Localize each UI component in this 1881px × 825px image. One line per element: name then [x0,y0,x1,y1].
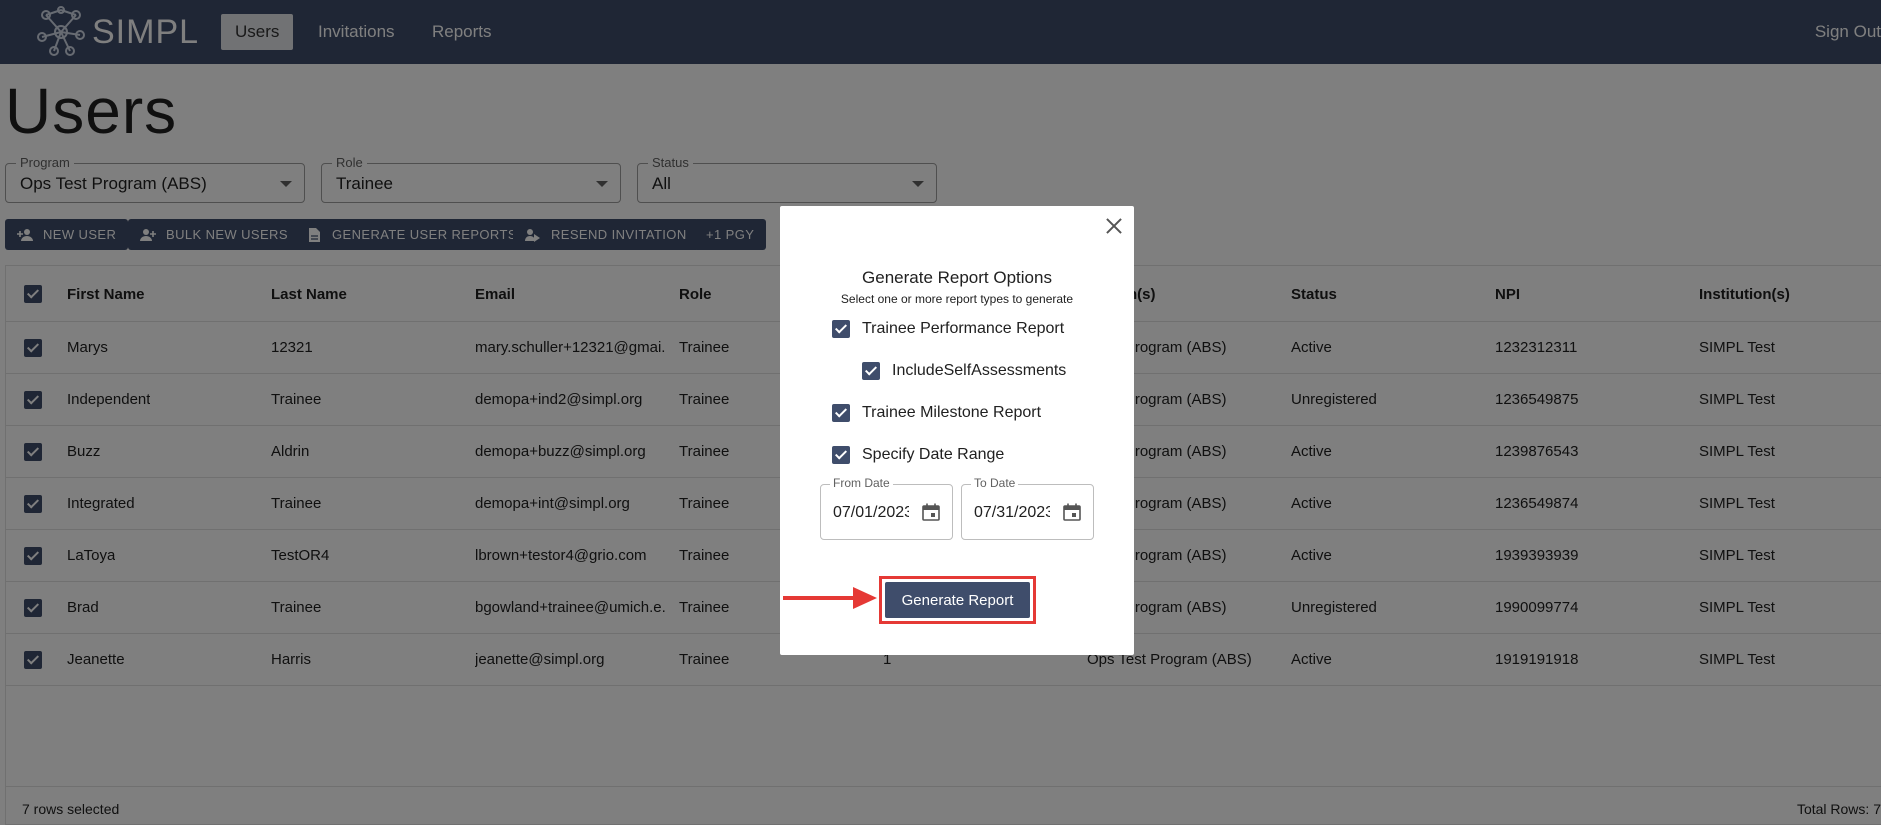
dialog-title: Generate Report Options [862,268,1052,287]
specify-date-range-option[interactable]: Specify Date Range [832,446,1004,464]
include-self-assessments-label: IncludeSelfAssessments [892,362,1067,379]
trainee-performance-label: Trainee Performance Report [862,320,1065,337]
generate-report-button[interactable]: Generate Report [885,582,1030,618]
calendar-icon[interactable] [1063,503,1081,521]
to-date-label: To Date [971,476,1019,490]
trainee-performance-option[interactable]: Trainee Performance Report [832,320,1064,338]
specify-date-range-checkbox[interactable] [832,446,850,464]
to-date-field[interactable]: To Date 07/31/2023 [961,476,1094,540]
dialog-subtitle: Select one or more report types to gener… [840,292,1074,306]
include-self-assessments-checkbox[interactable] [862,362,880,380]
trainee-milestone-label: Trainee Milestone Report [862,404,1042,421]
trainee-performance-checkbox[interactable] [832,320,850,338]
highlight-box: Generate Report [879,576,1036,624]
close-icon[interactable] [1104,216,1124,236]
to-date-value[interactable]: 07/31/2023 [974,504,1050,522]
trainee-milestone-checkbox[interactable] [832,404,850,422]
specify-date-range-label: Specify Date Range [862,446,1005,463]
from-date-value[interactable]: 07/01/2023 [833,504,909,522]
annotation-arrow-icon [783,587,877,609]
include-self-assessments-option[interactable]: IncludeSelfAssessments [862,362,1066,380]
trainee-milestone-option[interactable]: Trainee Milestone Report [832,404,1041,422]
from-date-label: From Date [830,476,893,490]
calendar-icon[interactable] [922,503,940,521]
from-date-field[interactable]: From Date 07/01/2023 [820,476,953,540]
